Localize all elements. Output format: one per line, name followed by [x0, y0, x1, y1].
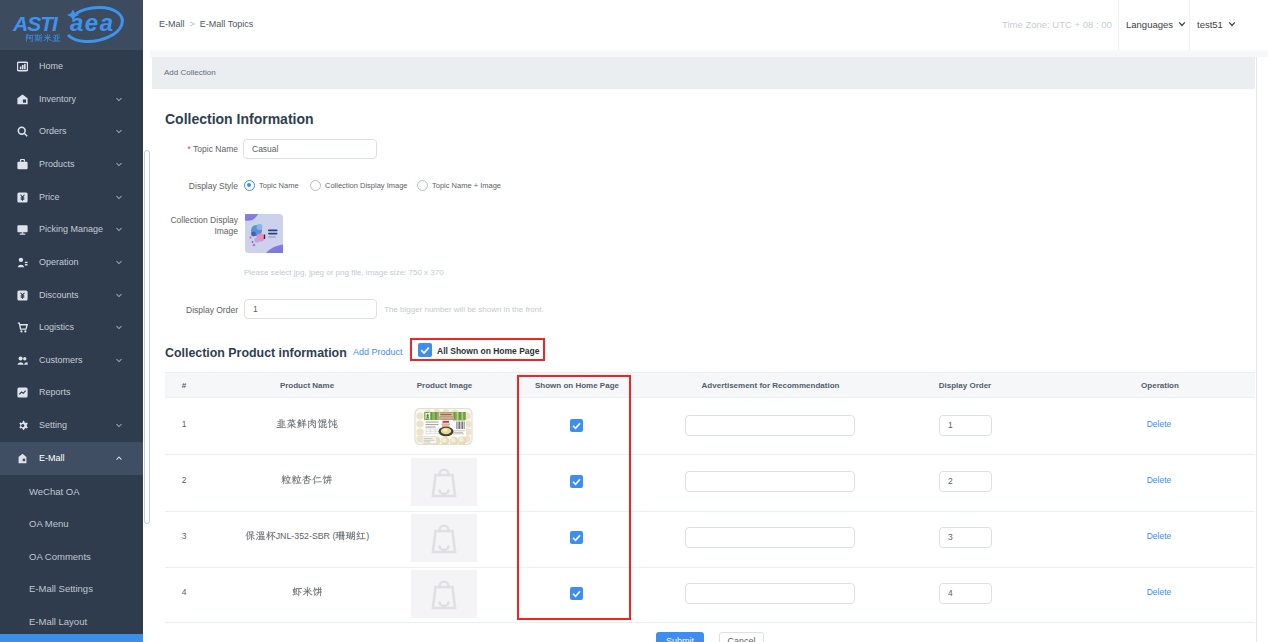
svg-text:ASTI: ASTI — [12, 12, 59, 35]
svg-text:aea: aea — [70, 9, 115, 36]
